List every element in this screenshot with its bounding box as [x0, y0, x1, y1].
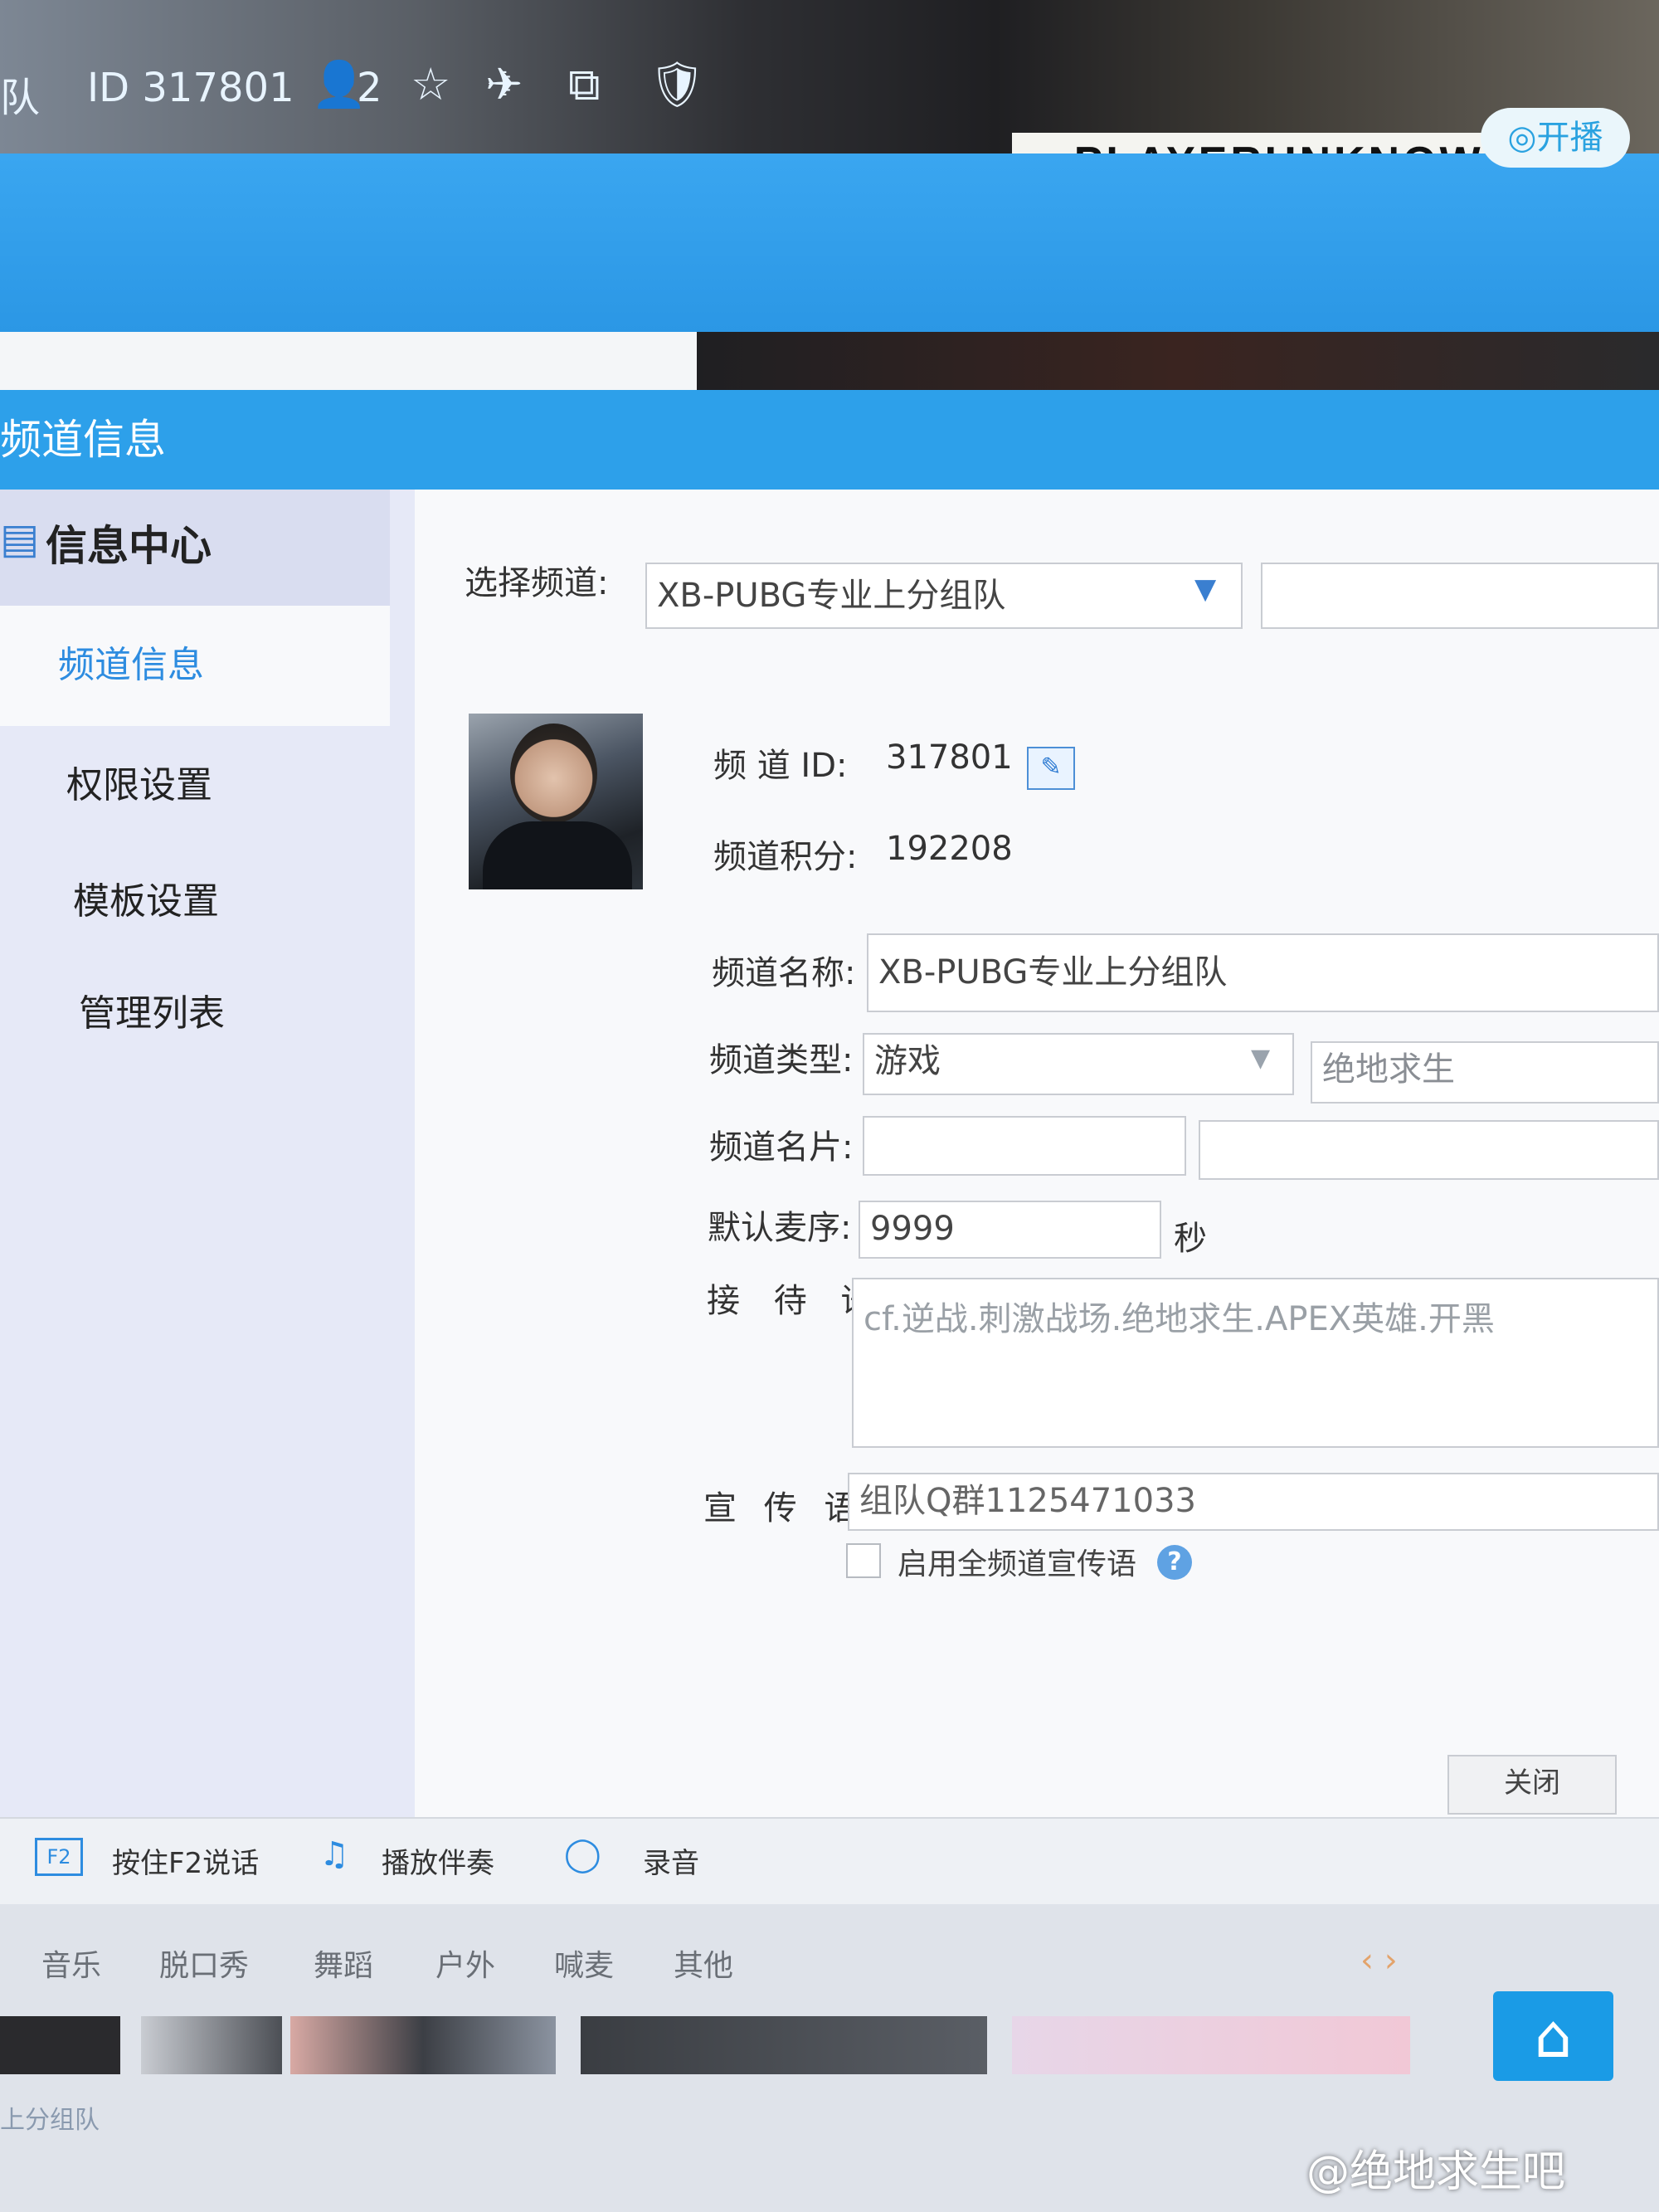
dialog-title-bar: [0, 390, 1659, 490]
channel-score-label: 频道积分:: [713, 838, 858, 876]
channel-card-label: 频道名片:: [709, 1128, 854, 1167]
help-icon[interactable]: ?: [1157, 1545, 1192, 1580]
close-button[interactable]: 关闭: [1447, 1755, 1617, 1815]
avatar-body: [483, 821, 632, 889]
carousel-arrows[interactable]: ‹ ›: [1360, 1942, 1398, 1980]
category-tab[interactable]: 舞蹈: [314, 1942, 373, 1985]
go-live-button[interactable]: ◎开播: [1481, 108, 1630, 168]
channel-card-input[interactable]: [863, 1116, 1186, 1176]
select-channel-dropdown[interactable]: XB-PUBG专业上分组队: [645, 563, 1243, 629]
channel-header: [0, 153, 1659, 332]
header-channel-id: ID 317801: [87, 65, 294, 111]
f2-key-icon[interactable]: F2: [35, 1838, 83, 1876]
home-icon[interactable]: ⌂: [1493, 1991, 1613, 2081]
online-count: 2: [357, 65, 382, 111]
tab-strip: [0, 332, 697, 390]
slogan-input[interactable]: 组队Q群1125471033: [848, 1473, 1659, 1531]
channel-id-value: 317801: [886, 738, 1013, 777]
music-note-icon[interactable]: ♫: [319, 1835, 349, 1873]
channel-name-input[interactable]: XB-PUBG专业上分组队: [867, 933, 1659, 1012]
category-tab[interactable]: 音乐: [41, 1942, 101, 1985]
channel-subtype-select[interactable]: 绝地求生: [1311, 1041, 1659, 1104]
avatar-face: [510, 724, 597, 823]
sidebar-heading: 信息中心: [46, 522, 212, 570]
chevron-down-icon[interactable]: ▼: [1194, 572, 1216, 606]
channel-type-label: 频道类型:: [709, 1041, 854, 1079]
watermark: @绝地求生吧: [1306, 2147, 1566, 2197]
push-to-talk-label[interactable]: 按住F2说话: [112, 1840, 259, 1881]
play-accompaniment-label[interactable]: 播放伴奏: [382, 1840, 494, 1881]
channel-id-label: 频 道 ID:: [713, 747, 848, 785]
record-icon[interactable]: ◯: [564, 1835, 601, 1873]
id-card-icon[interactable]: ✎: [1027, 747, 1075, 790]
category-tab[interactable]: 户外: [435, 1942, 495, 1985]
seconds-unit: 秒: [1174, 1220, 1207, 1258]
shield-icon[interactable]: 🛡: [649, 58, 706, 111]
stream-thumbnail[interactable]: [0, 2016, 120, 2074]
sidebar-item-permissions[interactable]: 权限设置: [66, 755, 212, 808]
channel-type-select[interactable]: 游戏: [863, 1033, 1294, 1095]
default-mic-order-input[interactable]: 9999: [859, 1201, 1161, 1259]
category-tab[interactable]: 脱口秀: [159, 1942, 249, 1985]
channel-score-value: 192208: [886, 830, 1013, 868]
sidebar-item-channel-info[interactable]: 频道信息: [58, 635, 204, 688]
enable-global-slogan-label: 启用全频道宣传语: [898, 1547, 1137, 1581]
bottom-breadcrumb: 上分组队: [0, 2106, 100, 2135]
star-icon[interactable]: ☆: [411, 58, 450, 110]
select-channel-label: 选择频道:: [465, 564, 609, 602]
live-button-label: 开播: [1536, 119, 1603, 157]
stream-thumbnail[interactable]: [581, 2016, 987, 2074]
channel-name-label: 频道名称:: [712, 954, 856, 992]
sidebar-item-admin-list[interactable]: 管理列表: [79, 983, 225, 1036]
live-icon: ◎: [1507, 119, 1537, 157]
enable-global-slogan-checkbox[interactable]: [846, 1543, 881, 1578]
stream-thumbnail[interactable]: [290, 2016, 556, 2074]
default-mic-order-label: 默认麦序:: [708, 1209, 852, 1247]
stream-thumbnail[interactable]: [141, 2016, 282, 2074]
category-tab[interactable]: 喊麦: [554, 1942, 614, 1985]
header-team-label: 队: [0, 75, 41, 121]
sidebar-item-templates[interactable]: 模板设置: [73, 871, 219, 924]
plane-icon[interactable]: ✈: [485, 58, 523, 110]
stream-thumbnail[interactable]: [1012, 2016, 1410, 2074]
select-channel-extra-field[interactable]: [1261, 563, 1659, 629]
video-strip: [697, 332, 1659, 394]
dialog-title: 频道信息: [0, 416, 166, 464]
greeting-textarea[interactable]: cf.逆战.刺激战场.绝地求生.APEX英雄.开黑: [852, 1278, 1659, 1448]
share-icon[interactable]: ⧉: [568, 58, 601, 111]
list-icon: ▤: [0, 514, 40, 563]
category-tab[interactable]: 其他: [674, 1942, 733, 1985]
record-label[interactable]: 录音: [643, 1840, 699, 1881]
chevron-down-icon[interactable]: ▼: [1251, 1044, 1270, 1073]
channel-card-input-2[interactable]: [1199, 1120, 1659, 1180]
